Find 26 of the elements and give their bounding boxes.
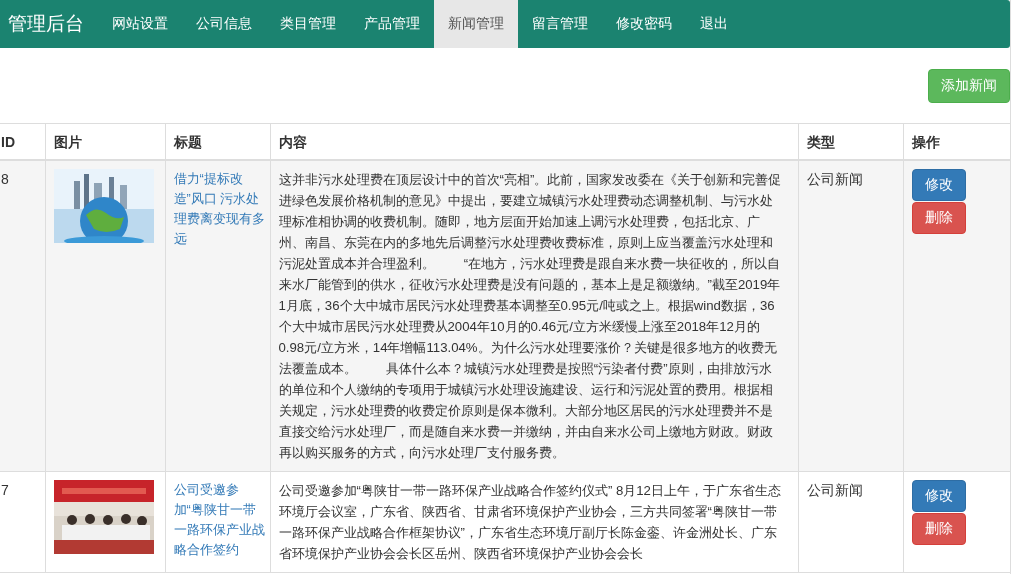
delete-button[interactable]: 删除 <box>911 202 966 234</box>
id-cell-text: 8 <box>1 170 10 189</box>
column-header: 图片 <box>53 134 82 150</box>
id-cell-text: 7 <box>1 481 10 500</box>
column-header: ID <box>1 134 15 150</box>
app-title: 管理后台 <box>7 12 85 36</box>
column-header: 类型 <box>806 134 835 150</box>
nav-tab[interactable]: 新闻管理 <box>434 0 518 48</box>
edit-button[interactable]: 修改 <box>911 480 966 512</box>
delete-button[interactable]: 删除 <box>911 513 966 545</box>
add-news-button[interactable]: 添加新闻 <box>928 69 1010 103</box>
nav-tab[interactable]: 公司信息 <box>182 0 266 48</box>
news-content: 这并非污水处理费在顶层设计中的首次“亮相”。此前，国家发改委在《关于创新和完善促进绿色发展价格机制的意见》中提出，要建立城镇污水处理费动态调整机制、与污水处理标准相协调的收费机制。随即，地方层面开始加速上调污水处理费，包括北京、广州、南昌、东莞在内的多地先后调整污水处理费收费标准，原则上应当覆盖污水处理和污泥处置成本并合理盈利。 “在地方，污水处理费是跟自来水费一块征收的，所以自来水厂能管到的供水，征收污水处理费是没有问题的，基本上是足额缴纳。”截至2019年1月底，36个大中城市居民污水处理费基本调整至0.95元/吨或之上。根据wind数据，36个大中城市居民污水处理费从2004年10月的0.46元/立方米缓慢上涨至2018年12月的0.98元/立方米，14年增幅113.04%。为什么污水处理要涨价？关键是很多地方的收费无法覆盖成本。 具体什么本？城镇污水处理费是按照“污染者付费”原则，由排放污水的单位和个人缴纳的专项用于城镇污水处理设施建设、运行和污泥处置的费用。根据相关规定，污水处理费的收费定价原则是保本微利。大部分地区居民的污水处理费并不是直接交给污水处理厂，而是随自来水费一并缴纳，并由自来水公司上缴地方财政。财政再以购买服务的方式，向污水处理厂支付服务费。 <box>278 171 783 462</box>
nav-tab[interactable]: 留言管理 <box>518 0 602 48</box>
news-content: 公司受邀参加“粤陕甘一带一路环保产业战略合作签约仪式” 8月12日上午，于广东省生态环境厅会议室，广东省、陕西省、甘肃省环境保护产业协会，三方共同签署“粤陕甘一带一路环保产业战略合作框架协议”，广东省生态环境厅副厅长陈金銮、许金洲处长、广东省环境保护产业协会会长区岳州、陕西省环境保护产业协会会长 <box>278 482 782 563</box>
column-header: 操作 <box>911 134 940 150</box>
type-cell-text: 公司新闻 <box>806 481 864 500</box>
nav-tab[interactable]: 类目管理 <box>266 0 350 48</box>
type-cell-text: 公司新闻 <box>806 170 864 189</box>
nav-tab[interactable]: 退出 <box>686 0 742 48</box>
edit-button[interactable]: 修改 <box>911 169 966 201</box>
column-header: 标题 <box>173 134 202 150</box>
nav-tab[interactable]: 产品管理 <box>350 0 434 48</box>
nav-tab[interactable]: 修改密码 <box>602 0 686 48</box>
column-header: 内容 <box>278 134 307 150</box>
nav-tab[interactable]: 网站设置 <box>98 0 182 48</box>
